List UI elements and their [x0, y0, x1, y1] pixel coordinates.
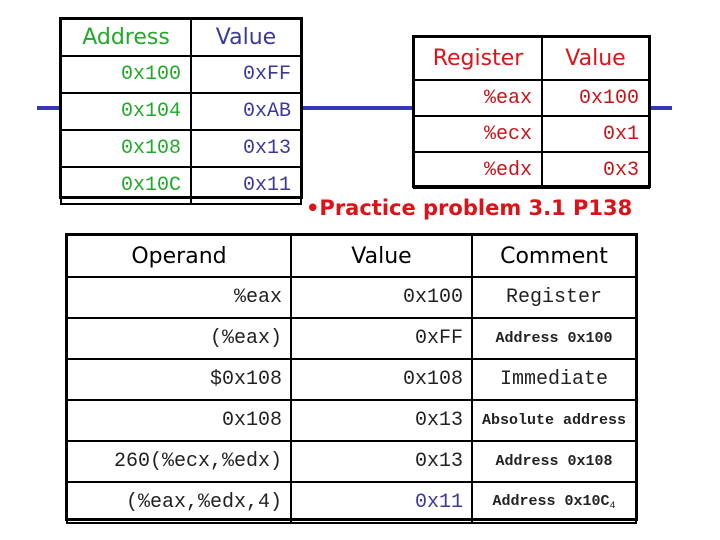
memory-value: 0x13: [190, 129, 302, 168]
memory-value: 0xAB: [190, 92, 302, 131]
memory-row: 0x104 0xAB: [60, 92, 302, 131]
register-name: %edx: [413, 151, 543, 189]
register-name: %eax: [413, 79, 543, 117]
operand-row: $0x108 0x108 Immediate: [66, 358, 637, 401]
comment-cell: Immediate: [471, 358, 637, 401]
register-table-header: Register Value: [413, 36, 650, 81]
header-value: Value: [290, 234, 473, 278]
value-cell: 0x100: [290, 276, 473, 319]
value-cell: 0x11: [290, 481, 473, 524]
operand-cell: 260(%ecx,%edx): [66, 440, 292, 483]
header-value: Value: [190, 18, 302, 57]
value-cell: 0x13: [290, 399, 473, 442]
memory-value: 0xFF: [190, 55, 302, 94]
operand-table: Operand Value Comment %eax 0x100 Registe…: [66, 234, 637, 524]
memory-address: 0x10C: [60, 166, 192, 205]
value-cell: 0x108: [290, 358, 473, 401]
comment-text: Address 0x10C: [492, 493, 610, 510]
register-row: %eax 0x100: [413, 79, 650, 117]
value-cell: 0x13: [290, 440, 473, 483]
register-row: %ecx 0x1: [413, 115, 650, 153]
register-row: %edx 0x3: [413, 151, 650, 189]
memory-table-header: Address Value: [60, 18, 302, 57]
operand-row: 0x108 0x13 Absolute address: [66, 399, 637, 442]
operand-cell: (%eax): [66, 317, 292, 360]
connector-line-left: [37, 106, 60, 110]
memory-value: 0x11: [190, 166, 302, 205]
operand-cell: (%eax,%edx,4): [66, 481, 292, 524]
operand-cell: $0x108: [66, 358, 292, 401]
register-value: 0x100: [541, 79, 650, 117]
header-comment: Comment: [471, 234, 637, 278]
memory-address: 0x104: [60, 92, 192, 131]
header-address: Address: [60, 18, 192, 57]
connector-line-right: [650, 106, 672, 110]
operand-row: 260(%ecx,%edx) 0x13 Address 0x108: [66, 440, 637, 483]
header-value: Value: [541, 36, 650, 81]
comment-cell: Register: [471, 276, 637, 319]
memory-row: 0x108 0x13: [60, 129, 302, 168]
operand-cell: %eax: [66, 276, 292, 319]
operand-table-header: Operand Value Comment: [66, 234, 637, 278]
memory-row: 0x100 0xFF: [60, 55, 302, 94]
comment-cell: Address 0x10C4: [471, 481, 637, 524]
register-value: 0x1: [541, 115, 650, 153]
register-name: %ecx: [413, 115, 543, 153]
operand-row: (%eax,%edx,4) 0x11 Address 0x10C4: [66, 481, 637, 524]
comment-cell: Absolute address: [471, 399, 637, 442]
header-operand: Operand: [66, 234, 292, 278]
memory-row: 0x10C 0x11: [60, 166, 302, 205]
practice-problem-label: •Practice problem 3.1 P138: [306, 196, 633, 220]
register-value: 0x3: [541, 151, 650, 189]
operand-row: (%eax) 0xFF Address 0x100: [66, 317, 637, 360]
memory-address: 0x100: [60, 55, 192, 94]
operand-row: %eax 0x100 Register: [66, 276, 637, 319]
connector-line-middle: [302, 106, 413, 110]
page-number: 4: [609, 501, 616, 512]
comment-cell: Address 0x100: [471, 317, 637, 360]
comment-cell: Address 0x108: [471, 440, 637, 483]
memory-address: 0x108: [60, 129, 192, 168]
memory-table: Address Value 0x100 0xFF 0x104 0xAB 0x10…: [60, 18, 302, 205]
operand-cell: 0x108: [66, 399, 292, 442]
register-table: Register Value %eax 0x100 %ecx 0x1 %edx …: [413, 36, 650, 189]
header-register: Register: [413, 36, 543, 81]
value-cell: 0xFF: [290, 317, 473, 360]
